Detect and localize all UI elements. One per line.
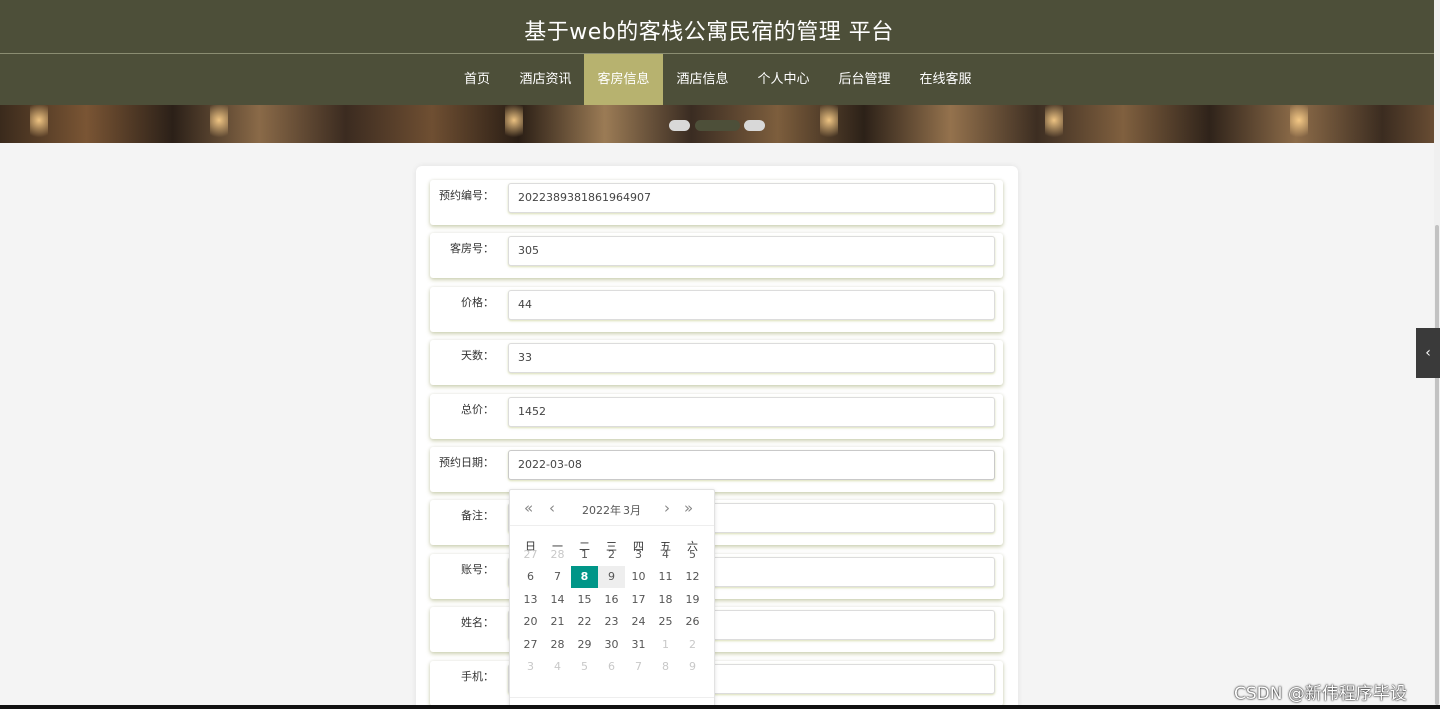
calendar-day-other-month[interactable]: 4 — [544, 656, 571, 678]
site-header: 基于web的客栈公寓民宿的管理 平台 — [0, 0, 1440, 54]
calendar-day-other-month[interactable]: 1 — [652, 634, 679, 656]
calendar-day-other-month[interactable]: 2 — [679, 634, 706, 656]
calendar-day[interactable]: 12 — [679, 566, 706, 588]
field-label: 姓名： — [461, 616, 494, 629]
calendar-day-other-month[interactable]: 8 — [652, 656, 679, 678]
chevron-left-icon: ‹ — [1425, 345, 1431, 361]
calendar-day[interactable]: 29 — [571, 634, 598, 656]
calendar-day[interactable]: 27 — [517, 634, 544, 656]
banner-light — [505, 105, 523, 143]
field-label: 备注： — [461, 509, 494, 522]
field-label: 客房号： — [450, 242, 494, 255]
calendar-day[interactable]: 7 — [544, 566, 571, 588]
banner-light — [820, 105, 838, 143]
banner-light — [1290, 105, 1308, 143]
field-label: 价格： — [461, 296, 494, 309]
calendar-day[interactable]: 5 — [679, 544, 706, 566]
calendar-day[interactable]: 25 — [652, 611, 679, 633]
calendar-day-other-month[interactable]: 5 — [571, 656, 598, 678]
form-row-total-price: 总价： 1452 — [430, 394, 1003, 439]
calendar-day[interactable]: 30 — [598, 634, 625, 656]
calendar-day[interactable]: 14 — [544, 589, 571, 611]
nav-item-online-service[interactable]: 在线客服 — [907, 54, 984, 105]
calendar-day-other-month[interactable]: 27 — [517, 544, 544, 566]
calendar-day-other-month[interactable]: 3 — [517, 656, 544, 678]
booking-id-field[interactable]: 2022389381861964907 — [508, 183, 995, 213]
field-label: 预约编号： — [439, 189, 494, 202]
form-row-room-number: 客房号： 305 — [430, 233, 1003, 278]
bottom-border — [0, 705, 1440, 709]
total-price-field[interactable]: 1452 — [508, 397, 995, 427]
scrollbar-thumb[interactable] — [1435, 225, 1439, 705]
banner-light — [30, 105, 48, 143]
date-picker-footer-divider — [510, 697, 714, 698]
calendar-day[interactable]: 20 — [517, 611, 544, 633]
carousel-dot[interactable] — [669, 120, 690, 131]
nav-item-hotel-info[interactable]: 酒店信息 — [664, 54, 741, 105]
calendar-day-other-month[interactable]: 28 — [544, 544, 571, 566]
banner-light — [1045, 105, 1063, 143]
field-label: 预约日期： — [439, 456, 494, 469]
nav-item-admin[interactable]: 后台管理 — [826, 54, 903, 105]
calendar-day[interactable]: 10 — [625, 566, 652, 588]
banner-light — [210, 105, 228, 143]
date-picker-header: « ‹ 2022年 3月 › » — [510, 490, 714, 526]
room-number-field[interactable]: 305 — [508, 236, 995, 266]
calendar-day[interactable]: 21 — [544, 611, 571, 633]
form-row-price: 价格： 44 — [430, 287, 1003, 332]
calendar-day[interactable]: 22 — [571, 611, 598, 633]
calendar-day[interactable]: 3 — [625, 544, 652, 566]
calendar-day[interactable]: 19 — [679, 589, 706, 611]
calendar-day[interactable]: 28 — [544, 634, 571, 656]
calendar-day[interactable]: 9 — [598, 566, 625, 588]
date-picker-popup: « ‹ 2022年 3月 › » 日一二三四五六 27 28 1 2 3 4 5 6 7 8 9 10 1… — [509, 489, 715, 709]
nav-item-room-info[interactable]: 客房信息 — [584, 54, 663, 105]
calendar-day-other-month[interactable]: 9 — [679, 656, 706, 678]
carousel-dot-active[interactable] — [695, 120, 740, 131]
calendar-day[interactable]: 24 — [625, 611, 652, 633]
calendar-day[interactable]: 18 — [652, 589, 679, 611]
main-nav: 首页 酒店资讯 客房信息 酒店信息 个人中心 后台管理 在线客服 — [0, 54, 1440, 105]
calendar-day[interactable]: 8 — [571, 566, 598, 588]
form-row-booking-date: 预约日期： 2022-03-08 — [430, 447, 1003, 492]
calendar-day[interactable]: 31 — [625, 634, 652, 656]
nav-item-personal-center[interactable]: 个人中心 — [745, 54, 822, 105]
field-label: 天数： — [461, 349, 494, 362]
field-label: 账号： — [461, 563, 494, 576]
calendar-day[interactable]: 16 — [598, 589, 625, 611]
next-month-icon[interactable]: › — [664, 499, 670, 517]
carousel-dot[interactable] — [744, 120, 765, 131]
year-label[interactable]: 2022年 — [582, 502, 621, 518]
booking-date-field[interactable]: 2022-03-08 — [508, 450, 995, 480]
nav-item-home[interactable]: 首页 — [452, 54, 502, 105]
calendar-day[interactable]: 26 — [679, 611, 706, 633]
field-label: 手机： — [461, 670, 494, 683]
calendar-day[interactable]: 15 — [571, 589, 598, 611]
prev-month-icon[interactable]: ‹ — [549, 499, 555, 517]
price-field[interactable]: 44 — [508, 290, 995, 320]
next-year-icon[interactable]: » — [684, 499, 693, 517]
calendar-day[interactable]: 1 — [571, 544, 598, 566]
form-row-days: 天数： 33 — [430, 340, 1003, 385]
calendar-day-other-month[interactable]: 6 — [598, 656, 625, 678]
watermark: CSDN @新伟程序毕设 — [1234, 684, 1407, 704]
calendar-day[interactable]: 17 — [625, 589, 652, 611]
calendar-day[interactable]: 23 — [598, 611, 625, 633]
side-panel-toggle[interactable]: ‹ — [1416, 328, 1440, 378]
days-field[interactable]: 33 — [508, 343, 995, 373]
month-label[interactable]: 3月 — [623, 502, 641, 518]
field-label: 总价： — [461, 403, 494, 416]
calendar-day[interactable]: 13 — [517, 589, 544, 611]
site-title: 基于web的客栈公寓民宿的管理 平台 — [524, 20, 894, 45]
calendar-day[interactable]: 11 — [652, 566, 679, 588]
calendar-day[interactable]: 4 — [652, 544, 679, 566]
prev-year-icon[interactable]: « — [524, 499, 533, 517]
nav-item-hotel-news[interactable]: 酒店资讯 — [507, 54, 584, 105]
calendar-day[interactable]: 2 — [598, 544, 625, 566]
form-row-booking-id: 预约编号： 2022389381861964907 — [430, 180, 1003, 225]
calendar-day[interactable]: 6 — [517, 566, 544, 588]
calendar-day-other-month[interactable]: 7 — [625, 656, 652, 678]
